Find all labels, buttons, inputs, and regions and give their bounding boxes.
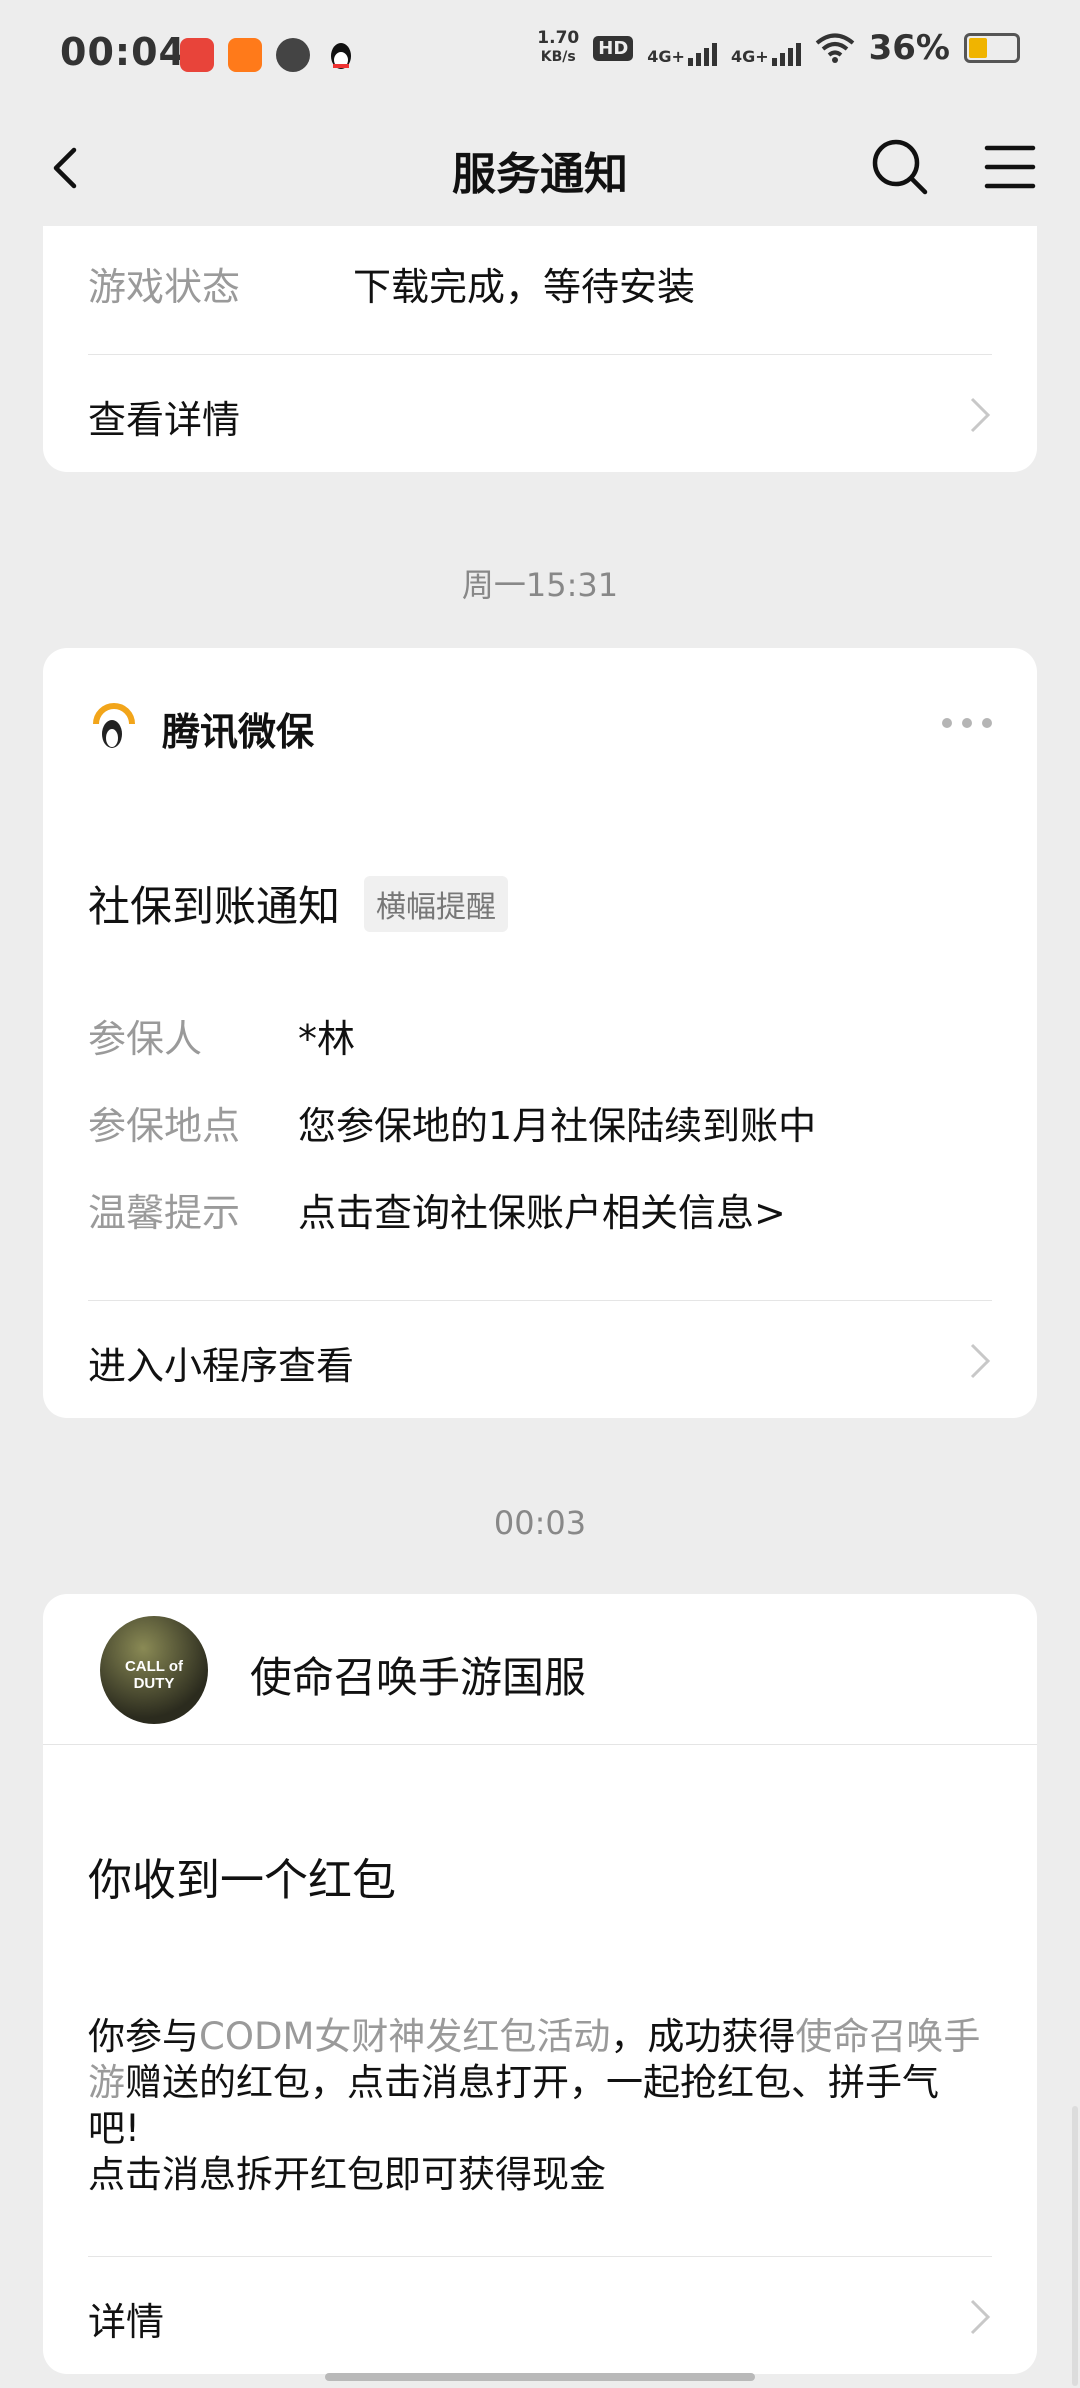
signal-sim2-icon: 4G+ — [731, 30, 801, 66]
field-value: 下载完成，等待安装 — [353, 265, 696, 309]
wifi-icon — [815, 33, 854, 63]
home-indicator[interactable] — [325, 2373, 755, 2381]
weibao-logo-icon — [93, 703, 135, 748]
sim1-label: 4G+ — [647, 47, 685, 66]
field-value: *林 — [298, 1017, 356, 1061]
brand-name: 使命召唤手游国服 — [250, 1653, 587, 1702]
brand-row: 腾讯微保 — [88, 698, 314, 758]
message-list[interactable]: 游戏状态 下载完成，等待安装 查看详情 周一15:31 腾讯微保 社保到账通知 … — [0, 226, 1080, 2388]
field-label: 参保地点 — [88, 1104, 241, 1148]
timestamp: 00:03 — [493, 1504, 587, 1542]
open-miniprogram-link[interactable]: 进入小程序查看 — [88, 1300, 992, 1419]
hd-icon: HD — [593, 35, 634, 61]
chevron-right-icon — [970, 2299, 991, 2335]
activity-link[interactable]: CODM女财神发红包活动 — [199, 2015, 610, 2058]
notification-card-game[interactable]: 游戏状态 下载完成，等待安装 查看详情 — [43, 226, 1037, 472]
field-label: 参保人 — [88, 1017, 203, 1061]
body-text-line2: 点击消息拆开红包即可获得现金 — [88, 2153, 606, 2196]
status-time: 00:04 — [60, 30, 186, 74]
notification-card-redpacket[interactable]: CALL of DUTY 使命召唤手游国服 你收到一个红包 你参与CODM女财神… — [43, 1594, 1037, 2374]
body-text: ，成功获得 — [610, 2015, 796, 2058]
battery-percent: 36% — [868, 28, 950, 68]
notification-card-insurance[interactable]: 腾讯微保 社保到账通知 横幅提醒 参保人 *林 参保地点 您参保地的1月社保陆续… — [43, 648, 1037, 1418]
message-title-row: 社保到账通知 横幅提醒 — [88, 873, 509, 934]
avatar-logo-text: CALL of DUTY — [124, 1658, 184, 1692]
taobao-icon — [228, 38, 262, 72]
avatar: CALL of DUTY — [100, 1616, 208, 1724]
signal-sim1-icon: 4G+ — [647, 30, 717, 66]
view-details-label: 查看详情 — [88, 398, 241, 442]
body-text: 你参与 — [88, 2015, 199, 2058]
more-options-icon[interactable] — [942, 718, 992, 728]
message-body: 你参与CODM女财神发红包活动，成功获得使命召唤手游赠送的红包，点击消息打开，一… — [88, 2014, 988, 2198]
nav-bar: 服务通知 — [0, 110, 1080, 226]
field-value[interactable]: 点击查询社保账户相关信息> — [298, 1182, 786, 1237]
sim2-label: 4G+ — [730, 47, 769, 66]
notification-icons — [180, 38, 358, 72]
speed-unit: KB/s — [540, 49, 576, 65]
scrollbar[interactable] — [1072, 2106, 1078, 2386]
menu-icon[interactable] — [975, 132, 1045, 202]
search-icon[interactable] — [865, 132, 935, 202]
banner-badge: 横幅提醒 — [364, 875, 509, 932]
open-miniprogram-label: 进入小程序查看 — [88, 1344, 355, 1388]
message-icon — [276, 38, 310, 72]
network-speed: 1.70 KB/s — [537, 29, 579, 67]
view-details-link[interactable]: 查看详情 — [88, 354, 992, 473]
field-value: 您参保地的1月社保陆续到账中 — [298, 1104, 817, 1148]
field-label: 温馨提示 — [88, 1191, 241, 1235]
details-link[interactable]: 详情 — [88, 2256, 992, 2375]
chevron-right-icon — [970, 1343, 991, 1379]
body-text: 赠送的红包，点击消息打开，一起抢红包、拼手气吧! — [88, 2061, 939, 2150]
message-title: 社保到账通知 — [88, 882, 341, 931]
status-bar: 00:04 1.70 KB/s HD 4G+ 4G+ 36% — [0, 0, 1080, 110]
battery-icon — [964, 33, 1020, 63]
status-right: 1.70 KB/s HD 4G+ 4G+ 36% — [537, 28, 1020, 68]
brand-name: 腾讯微保 — [162, 709, 315, 754]
details-label: 详情 — [88, 2300, 165, 2344]
field-label: 游戏状态 — [88, 265, 241, 309]
speed-value: 1.70 — [537, 28, 580, 48]
pinduoduo-icon — [180, 38, 214, 72]
brand-header: CALL of DUTY 使命召唤手游国服 — [43, 1594, 1037, 1745]
chevron-right-icon — [970, 397, 991, 433]
timestamp: 周一15:31 — [461, 566, 619, 604]
qq-icon — [324, 38, 358, 72]
message-title: 你收到一个红包 — [88, 1855, 396, 1906]
